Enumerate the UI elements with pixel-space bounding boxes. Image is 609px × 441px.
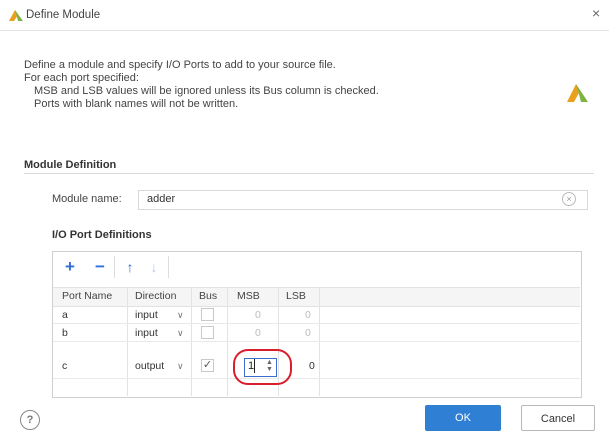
chevron-down-icon[interactable]: ∨ [177,310,184,321]
module-name-value: adder [147,193,176,205]
cancel-button[interactable]: Cancel [521,405,595,431]
module-name-input[interactable] [138,190,588,210]
description-line-4: Ports with blank names will not be writt… [34,98,239,110]
ok-button[interactable]: OK [425,405,501,431]
direction-dropdown[interactable]: input [135,309,158,321]
vivado-logo-icon [567,84,588,102]
move-up-icon[interactable]: ↑ [121,259,139,276]
window-title: Define Module [26,9,101,21]
description-line-2: For each port specified: [24,72,139,84]
row-divider [53,341,580,342]
bus-checkbox-checked[interactable]: ✓ [201,359,214,372]
lsb-cell[interactable]: 0 [309,360,315,372]
chevron-down-icon[interactable]: ∨ [177,328,184,339]
bus-checkbox[interactable] [201,326,214,339]
bus-checkbox[interactable] [201,308,214,321]
direction-dropdown[interactable]: input [135,327,158,339]
chevron-down-icon[interactable]: ∨ [177,361,184,372]
vivado-icon [9,10,23,21]
port-name-cell[interactable]: a [62,309,68,321]
column-header-direction[interactable]: Direction [135,290,176,302]
port-name-cell[interactable]: c [62,360,67,372]
msb-cell[interactable]: 0 [255,327,261,339]
lsb-cell[interactable]: 0 [305,327,311,339]
move-down-icon[interactable]: ↓ [145,259,163,276]
section-divider [24,173,594,174]
msb-cell[interactable]: 0 [255,309,261,321]
column-header-port-name[interactable]: Port Name [62,290,112,302]
description-line-3: MSB and LSB values will be ignored unles… [34,85,379,97]
port-name-cell[interactable]: b [62,327,68,339]
remove-icon[interactable]: − [91,258,109,275]
grid-header [53,287,580,307]
direction-dropdown[interactable]: output [135,360,164,372]
lsb-cell[interactable]: 0 [305,309,311,321]
column-header-msb[interactable]: MSB [237,290,260,302]
column-header-lsb[interactable]: LSB [286,290,306,302]
module-name-label: Module name: [52,193,122,205]
column-header-bus[interactable]: Bus [199,290,217,302]
io-ports-heading: I/O Port Definitions [52,229,152,241]
close-icon[interactable]: × [592,6,600,20]
clear-icon[interactable]: × [562,192,576,206]
highlight-annotation [233,349,292,385]
help-button[interactable]: ? [20,410,40,430]
add-icon[interactable]: + [61,258,79,275]
toolbar-separator [114,256,115,278]
row-divider [53,323,580,324]
module-definition-heading: Module Definition [24,159,117,171]
description-line-1: Define a module and specify I/O Ports to… [24,59,336,71]
toolbar-separator [168,256,169,278]
row-divider [53,378,580,379]
